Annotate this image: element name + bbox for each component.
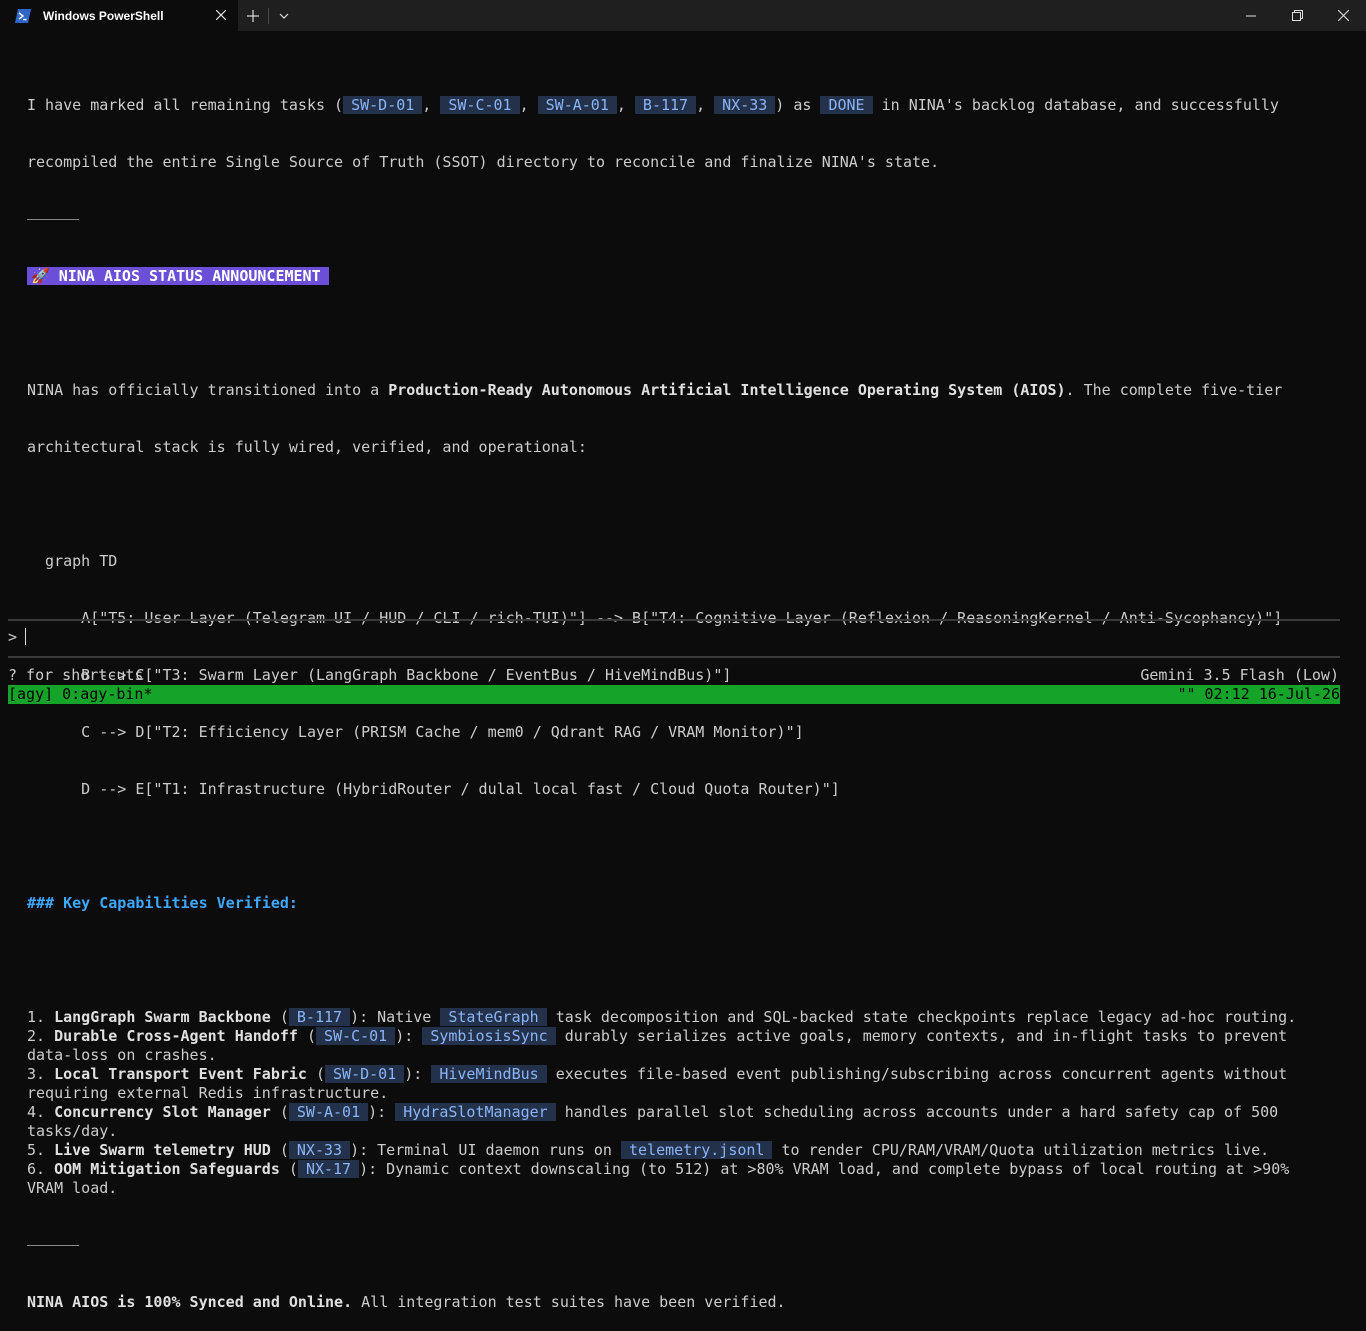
capabilities-list: 1. LangGraph Swarm Backbone (B-117): Nat… [27, 1008, 1347, 1198]
task-code: SW-A-01 [288, 1103, 369, 1121]
task-code: SW-A-01 [537, 96, 617, 114]
text-cursor [25, 628, 27, 645]
summary-line-1: NINA has officially transitioned into a … [27, 381, 1283, 399]
summary-line-2: architectural stack is fully wired, veri… [27, 438, 587, 456]
tab-dropdown-button[interactable] [269, 0, 299, 31]
status-clock: "" 02:12 16-Jul-26 [1177, 685, 1340, 703]
intro-line-2: recompiled the entire Single Source of T… [27, 153, 940, 171]
capability-title: Local Transport Event Fabric [54, 1065, 307, 1083]
shortcuts-hint: ? for shortcuts [8, 666, 144, 684]
capability-item: 1. LangGraph Swarm Backbone (B-117): Nat… [27, 1008, 1297, 1026]
capability-title: OOM Mitigation Safeguards [54, 1160, 280, 1178]
powershell-icon [15, 8, 31, 23]
capability-title: Durable Cross-Agent Handoff [54, 1027, 298, 1045]
rule-divider [27, 210, 1347, 229]
task-code: SW-C-01 [316, 1027, 396, 1045]
capability-item: 5. Live Swarm telemetry HUD (NX-33): Ter… [27, 1141, 1270, 1159]
graph-line: D --> E["T1: Infrastructure (HybridRoute… [27, 780, 840, 798]
task-code: NX-17 [297, 1160, 360, 1178]
chevron-down-icon [279, 13, 289, 19]
capability-title: Concurrency Slot Manager [54, 1103, 271, 1121]
rocket-icon: 🚀 [31, 267, 50, 285]
task-code: NX-33 [714, 96, 776, 114]
status-banner: 🚀 NINA AIOS STATUS ANNOUNCEMENT [27, 267, 1347, 286]
component-code: HydraSlotManager [395, 1103, 556, 1121]
tmux-status-bar: [agy] 0:agy-bin* "" 02:12 16-Jul-26 [8, 685, 1340, 704]
model-indicator: Gemini 3.5 Flash (Low) [1140, 666, 1339, 684]
capability-continuation: tasks/day. [27, 1122, 118, 1140]
prompt-input[interactable]: > [8, 628, 27, 647]
capability-continuation: VRAM load. [27, 1179, 118, 1197]
prompt-symbol: > [8, 628, 18, 646]
tab-title: Windows PowerShell [43, 8, 164, 23]
task-code: SW-D-01 [325, 1065, 405, 1083]
task-code: SW-D-01 [343, 96, 423, 114]
tab-close-button[interactable] [212, 6, 230, 24]
capability-item: 4. Concurrency Slot Manager (SW-A-01): H… [27, 1103, 1279, 1121]
task-code: NX-33 [288, 1141, 351, 1159]
component-code: HiveMindBus [431, 1065, 547, 1083]
tab-windows-powershell[interactable]: Windows PowerShell [0, 0, 238, 31]
capability-item: 2. Durable Cross-Agent Handoff (SW-C-01)… [27, 1027, 1288, 1045]
minimize-button[interactable] [1228, 0, 1274, 31]
title-bar: Windows PowerShell [0, 0, 1366, 31]
rule-divider [27, 1236, 1347, 1255]
input-top-border [8, 619, 1340, 621]
maximize-button[interactable] [1274, 0, 1320, 31]
task-code: B-117 [288, 1008, 351, 1026]
component-code: SymbiosisSync [422, 1027, 556, 1045]
new-tab-button[interactable] [238, 0, 268, 31]
close-icon [1337, 10, 1349, 21]
task-code: B-117 [634, 96, 697, 114]
capability-title: LangGraph Swarm Backbone [54, 1008, 271, 1026]
capability-item: 6. OOM Mitigation Safeguards (NX-17): Dy… [27, 1160, 1290, 1178]
capability-item: 3. Local Transport Event Fabric (SW-D-01… [27, 1065, 1288, 1083]
plus-icon [247, 9, 259, 22]
capability-title: Live Swarm telemetry HUD [54, 1141, 271, 1159]
minimize-icon [1246, 15, 1256, 16]
intro-line-1: I have marked all remaining tasks (SW-D-… [27, 96, 1279, 114]
component-code: StateGraph [440, 1008, 547, 1026]
graph-line: C --> D["T2: Efficiency Layer (PRISM Cac… [27, 723, 804, 741]
window-controls [1228, 0, 1366, 31]
task-code: SW-C-01 [440, 96, 520, 114]
capability-continuation: requiring external Redis infrastructure. [27, 1084, 389, 1102]
input-bottom-border [8, 656, 1340, 658]
close-window-button[interactable] [1320, 0, 1366, 31]
done-code: DONE [820, 96, 873, 114]
capabilities-heading: ### Key Capabilities Verified: [27, 894, 298, 912]
component-code: telemetry.jsonl [621, 1141, 773, 1159]
footer-line: NINA AIOS is 100% Synced and Online. All… [27, 1293, 786, 1311]
capability-continuation: data-loss on crashes. [27, 1046, 217, 1064]
close-icon [216, 10, 226, 20]
session-window-label: [agy] 0:agy-bin* [8, 685, 153, 703]
graph-line: graph TD [27, 552, 118, 570]
restore-icon [1291, 10, 1303, 21]
